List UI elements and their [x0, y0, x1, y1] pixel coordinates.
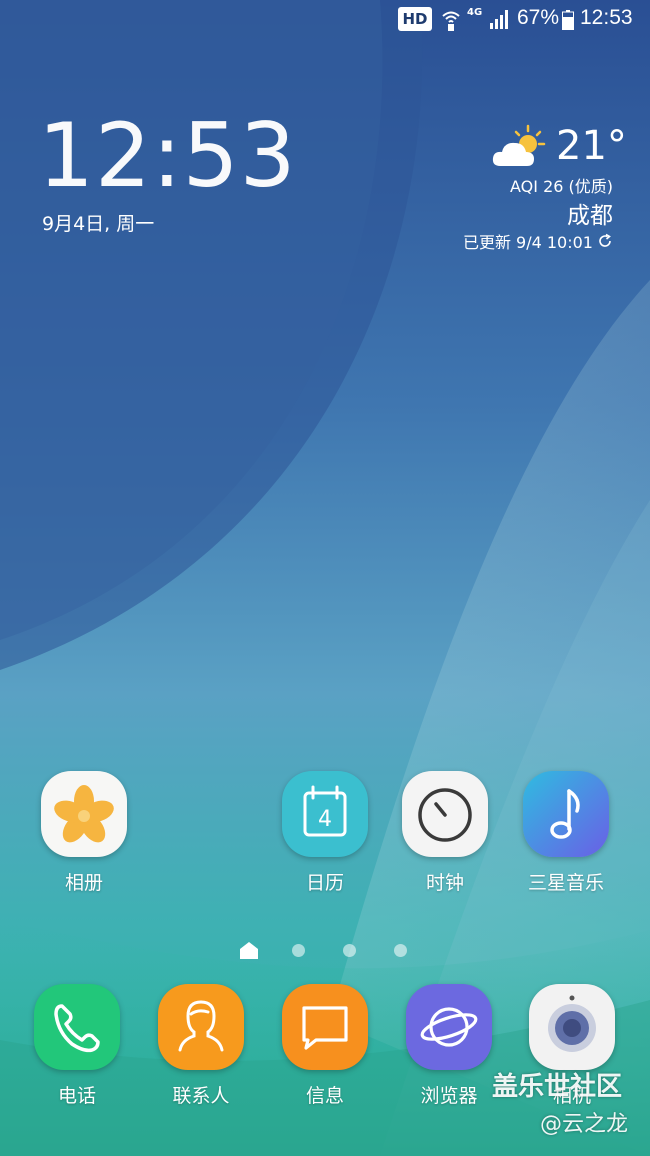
hd-icon: HD [398, 7, 432, 31]
camera-icon [529, 984, 615, 1070]
calendar-day: 4 [318, 807, 332, 832]
phone-icon [34, 984, 120, 1070]
page-dot[interactable] [343, 944, 356, 957]
dock-browser[interactable]: 浏览器 [389, 984, 509, 1114]
network-type: 4G [467, 7, 483, 18]
page-dot[interactable] [394, 944, 407, 957]
weather-temperature[interactable]: 21° [556, 126, 627, 166]
status-bar[interactable]: HD 4G 67% 12:53 [0, 0, 650, 40]
app-label: 电话 [57, 1085, 96, 1107]
app-label: 时钟 [425, 872, 464, 894]
gallery-icon [41, 771, 127, 857]
wifi-calling-icon [442, 11, 460, 31]
page-dot[interactable] [292, 944, 305, 957]
page-indicator[interactable] [0, 940, 650, 962]
dock-phone[interactable]: 电话 [17, 984, 137, 1114]
calendar-icon: 4 [282, 771, 368, 857]
app-label: 信息 [305, 1085, 344, 1107]
weather-updated: 已更新 9/4 10:01 [463, 229, 613, 253]
weather-updated-text: 已更新 9/4 10:01 [462, 233, 593, 252]
watermark-text: 盖乐世社区 [492, 1072, 623, 1102]
app-samsung-music[interactable]: 三星音乐 [506, 771, 626, 901]
weather-city[interactable]: 成都 [567, 196, 613, 230]
battery-icon [562, 10, 574, 30]
browser-icon [406, 984, 492, 1070]
clock-widget-time[interactable]: 12:53 [38, 112, 297, 200]
contacts-icon [158, 984, 244, 1070]
partly-sunny-icon[interactable] [492, 124, 548, 170]
app-label: 三星音乐 [527, 872, 604, 894]
battery-percent: 67% [517, 6, 560, 29]
app-calendar[interactable]: 4 日历 [265, 771, 385, 901]
app-label: 联系人 [172, 1085, 230, 1107]
dock-messages[interactable]: 信息 [265, 984, 385, 1114]
clock-icon [402, 771, 488, 857]
watermark-author: @云之龙 [540, 1112, 629, 1137]
app-label: 日历 [305, 872, 344, 894]
weather-aqi: AQI 26 (优质) [510, 177, 613, 196]
home-icon[interactable] [239, 940, 259, 960]
app-label: 浏览器 [420, 1085, 478, 1107]
clock-widget-date[interactable]: 9月4日, 周一 [42, 209, 154, 236]
signal-icon [490, 10, 508, 29]
messages-icon [282, 984, 368, 1070]
refresh-icon[interactable] [597, 233, 613, 249]
app-clock[interactable]: 时钟 [385, 771, 505, 901]
app-label: 相册 [64, 872, 103, 894]
app-gallery[interactable]: 相册 [24, 771, 144, 901]
music-icon [523, 771, 609, 857]
status-time: 12:53 [580, 6, 633, 29]
dock-contacts[interactable]: 联系人 [141, 984, 261, 1114]
